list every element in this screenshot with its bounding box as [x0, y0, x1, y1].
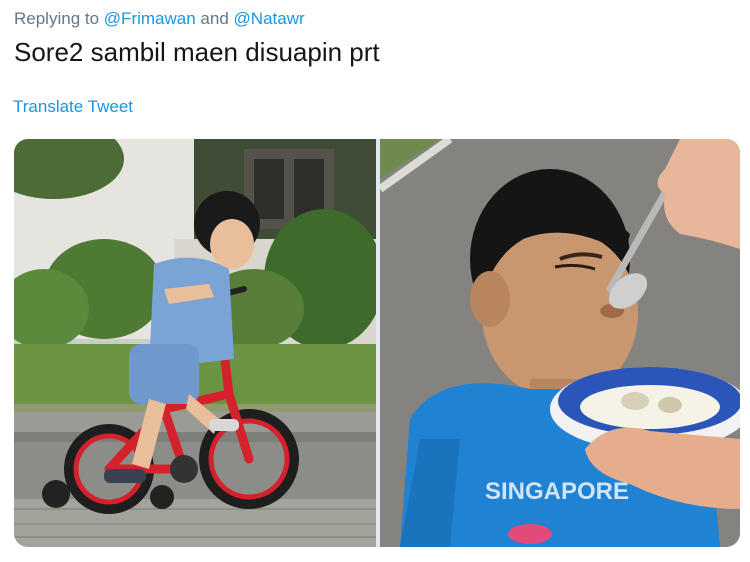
photo-boy-being-fed[interactable]: SINGAPORE [380, 139, 740, 547]
tweet-text: Sore2 sambil maen disuapin prt [14, 37, 380, 67]
translate-tweet-link[interactable]: Translate Tweet [13, 97, 133, 117]
bicycle-photo-illustration [14, 139, 376, 547]
replying-to-label: Replying to [14, 9, 100, 28]
replying-to-line: Replying to @Frimawan and @Natawr [14, 9, 305, 29]
mention-link-frimawan[interactable]: @Frimawan [104, 9, 196, 28]
shirt-print-text: SINGAPORE [485, 478, 629, 505]
feeding-photo-illustration: SINGAPORE [380, 139, 740, 547]
replying-to-conjunction: and [200, 9, 229, 28]
photo-boy-on-bicycle[interactable] [14, 139, 376, 547]
mention-link-natawr[interactable]: @Natawr [234, 9, 305, 28]
tweet-media-grid: SINGAPORE [14, 139, 740, 547]
